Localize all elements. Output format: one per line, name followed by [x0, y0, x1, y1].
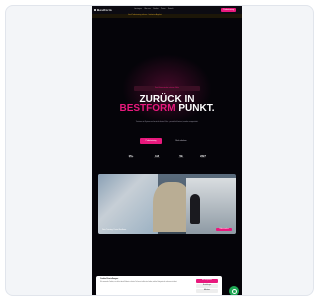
nav-cta-button[interactable]: Probetraining	[221, 7, 236, 12]
cookie-banner: Cookie Einstellungen Wir verwenden Cooki…	[96, 276, 222, 295]
stat-label: Mitglieder	[178, 158, 184, 159]
video-caption: Dein Training. Deine Bestform.	[102, 229, 127, 231]
headline-line-2: BESTFORM PUNKT.	[92, 103, 242, 114]
video-scene-left	[98, 174, 158, 234]
nav-link[interactable]: Kontakt	[168, 9, 173, 10]
preview-card: Bestform Leistungen Über uns Studios Pre…	[5, 5, 314, 296]
top-navigation: Bestform Leistungen Über uns Studios Pre…	[92, 6, 242, 14]
hero-subtitle: Trainiere mit System und erreiche deine …	[135, 122, 199, 123]
nav-link[interactable]: Leistungen	[134, 9, 142, 10]
probetraining-button[interactable]: Probetraining	[140, 138, 162, 144]
promo-banner-text: Jetzt Probetraining sichern – limitierte…	[128, 15, 162, 16]
website-preview: Bestform Leistungen Über uns Studios Pre…	[92, 6, 242, 295]
headline-rest: PUNKT.	[175, 103, 215, 114]
nav-link[interactable]: Studios	[153, 9, 158, 10]
cookie-settings-button[interactable]: Einstellungen	[196, 284, 218, 288]
stat-label: Geöffnet	[200, 158, 206, 159]
cookie-decline-button[interactable]: Ablehnen	[196, 289, 218, 293]
stat-item: 5k Mitglieder	[176, 154, 186, 159]
cookie-accept-button[interactable]: Alle akzeptieren	[196, 279, 218, 283]
chat-icon	[231, 288, 237, 294]
hero-eyebrow: Dein Fitnessstudio in deiner Nähe	[134, 86, 200, 91]
cookie-text: Wir verwenden Cookies, um dir das beste …	[100, 282, 177, 283]
video-play-button[interactable]: Video ansehen	[216, 228, 232, 231]
stat-label: Bewertung	[154, 158, 160, 159]
video-person	[190, 194, 200, 224]
cookie-title: Cookie Einstellungen	[100, 278, 119, 280]
chat-button[interactable]	[229, 286, 239, 295]
headline-highlight: BESTFORM	[119, 103, 176, 114]
stat-item: 4.8 Bewertung	[152, 154, 162, 159]
more-info-button[interactable]: Mehr erfahren	[170, 138, 192, 144]
stat-item: 24/7 Geöffnet	[198, 154, 208, 159]
promo-banner[interactable]: Jetzt Probetraining sichern – limitierte…	[92, 14, 242, 18]
site-logo[interactable]: Bestform	[97, 8, 112, 12]
nav-link[interactable]: Über uns	[144, 9, 150, 10]
hero-headline: ZURÜCK IN BESTFORM PUNKT.	[92, 95, 242, 114]
hero-video[interactable]: Dein Training. Deine Bestform. Video ans…	[98, 174, 236, 234]
nav-links: Leistungen Über uns Studios Preise Konta…	[134, 9, 175, 10]
stat-label: Studios	[129, 158, 133, 159]
stat-item: 15+ Studios	[126, 154, 136, 159]
nav-link[interactable]: Preise	[161, 9, 166, 10]
logo-icon	[94, 8, 96, 11]
